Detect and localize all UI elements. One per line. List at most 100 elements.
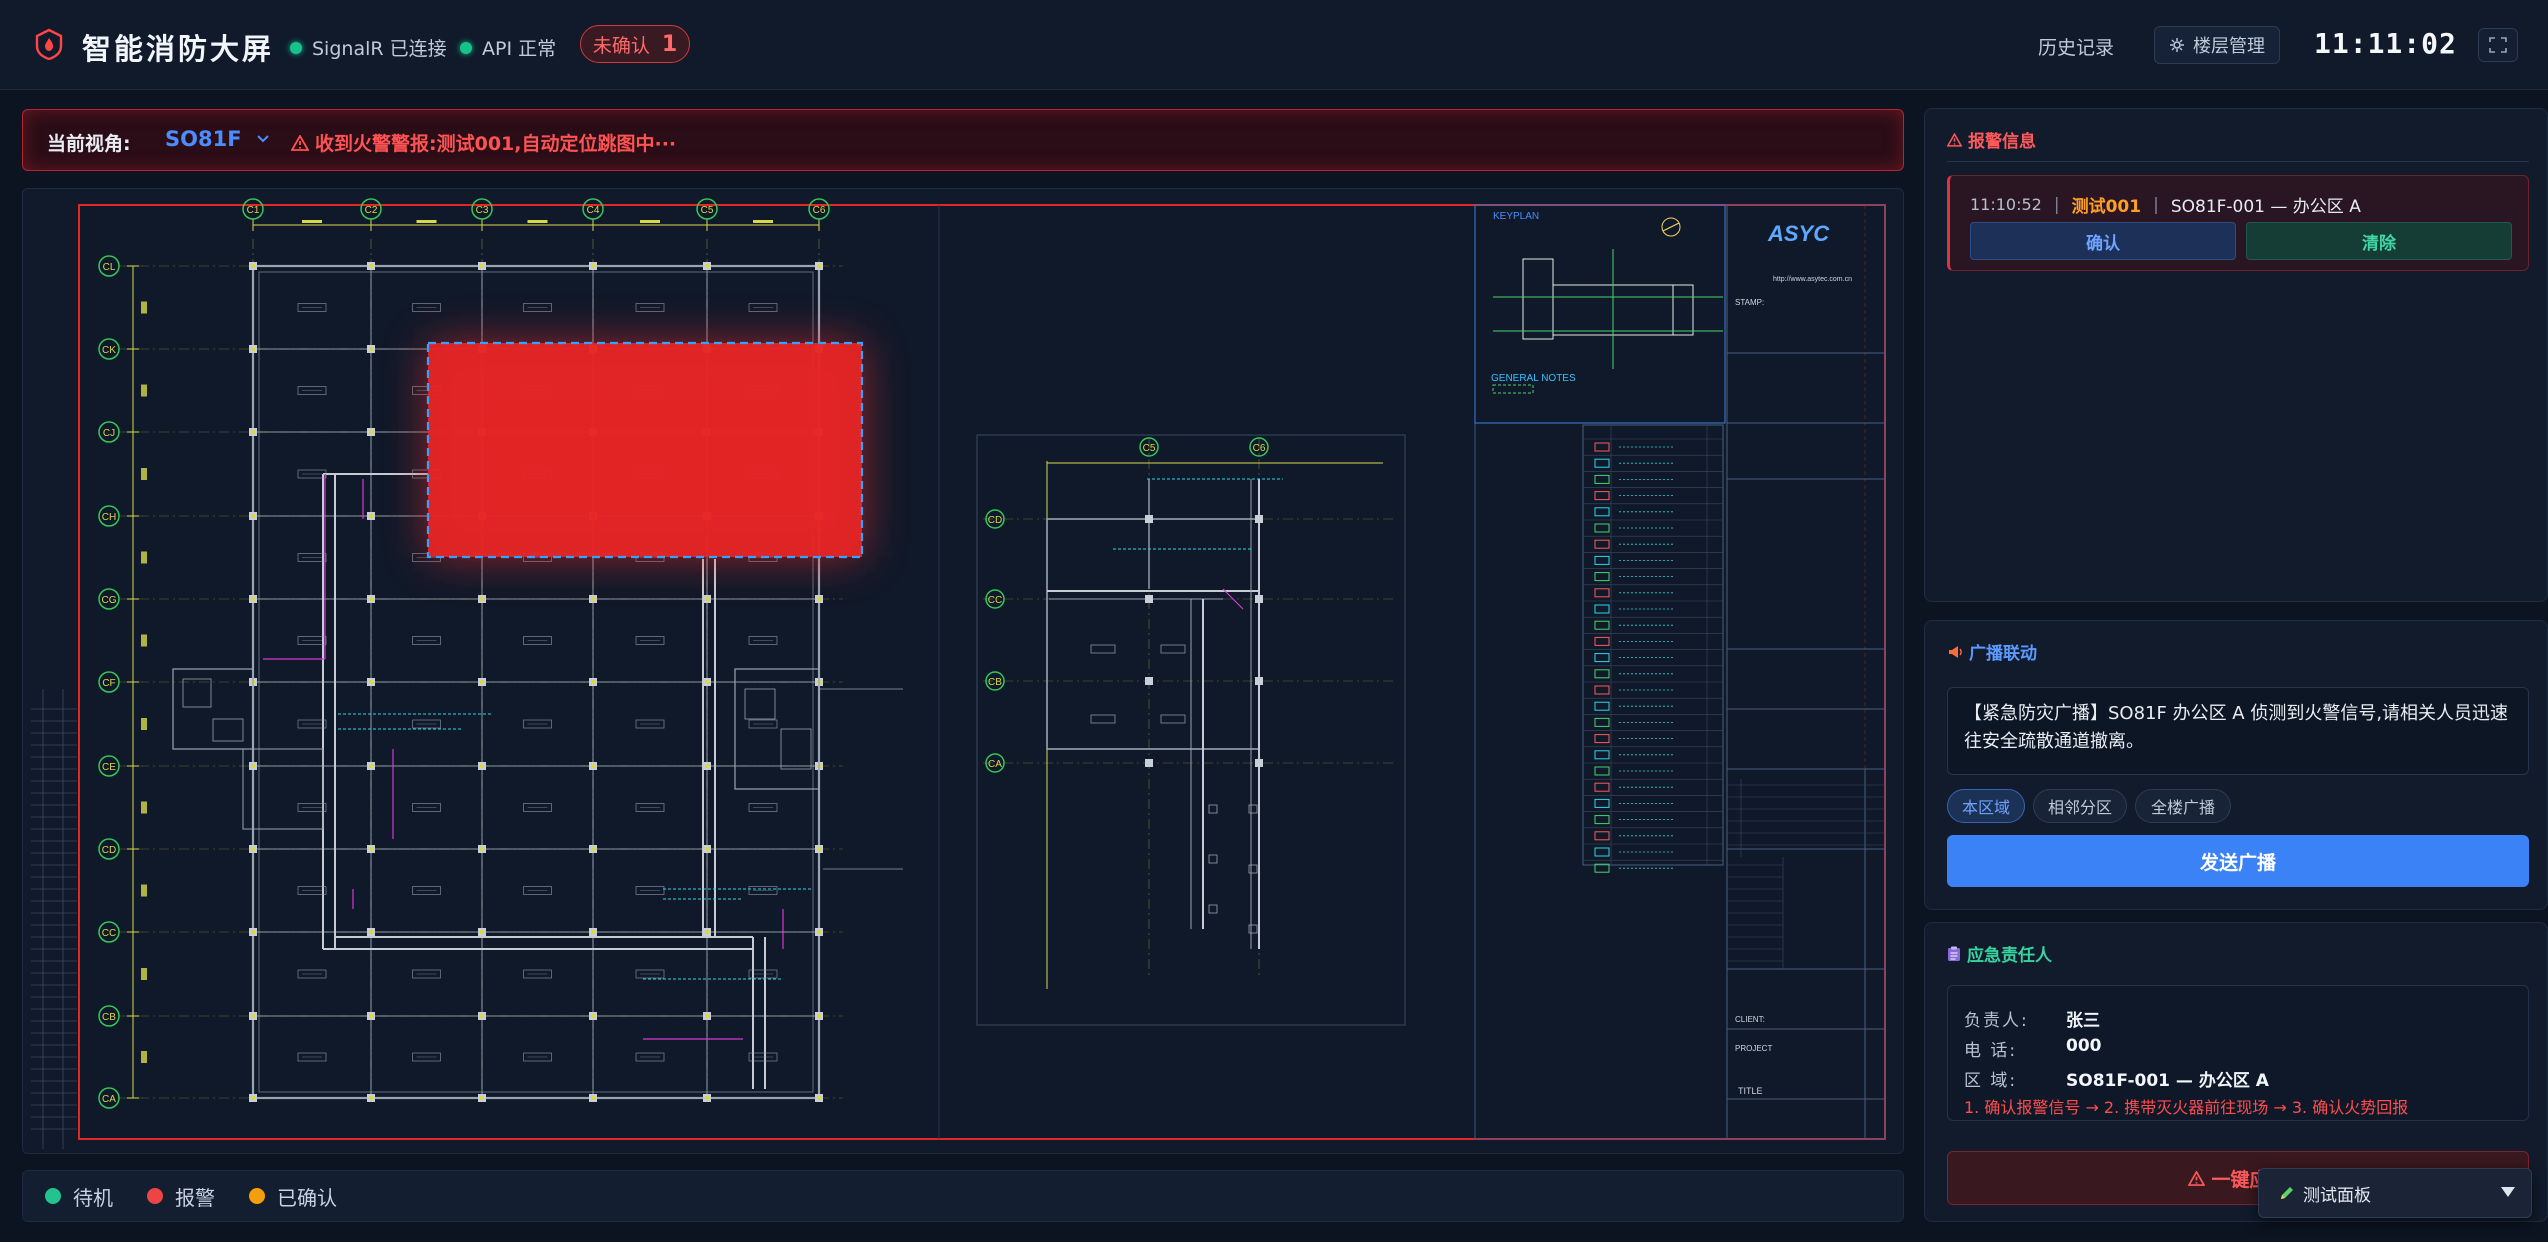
pencil-icon bbox=[2281, 1187, 2293, 1199]
svg-text:CC: CC bbox=[988, 595, 1002, 606]
separator: | bbox=[2053, 194, 2060, 215]
keyplan-label: KEYPLAN bbox=[1493, 211, 1539, 222]
status-legend: 待机 报警 已确认 bbox=[22, 1170, 1904, 1222]
svg-text:C5: C5 bbox=[701, 205, 714, 216]
svg-text:C5: C5 bbox=[1143, 443, 1156, 454]
stamp-label: STAMP: bbox=[1735, 298, 1764, 307]
standby-dot-icon bbox=[45, 1188, 61, 1204]
alarm-time: 11:10:52 bbox=[1970, 195, 2042, 214]
separator: | bbox=[2153, 194, 2159, 215]
floor-selector-value: SO81F bbox=[165, 127, 242, 151]
title-label: TITLE bbox=[1738, 1086, 1763, 1096]
zone-row: 区 域: SO81F-001 — 办公区 A bbox=[1964, 1066, 2269, 1091]
alarm-zone-office-a[interactable] bbox=[426, 341, 864, 559]
fire-alert-text: 收到火警警报:测试001,自动定位跳图中··· bbox=[315, 133, 677, 155]
confirm-alarm-button[interactable]: 确认 bbox=[1970, 222, 2236, 260]
unack-count: 1 bbox=[661, 31, 678, 57]
fire-shield-icon bbox=[35, 28, 63, 60]
svg-text:CA: CA bbox=[988, 759, 1002, 770]
warning-icon bbox=[2188, 1170, 2206, 1186]
svg-text:CD: CD bbox=[102, 845, 116, 856]
clear-alarm-button[interactable]: 清除 bbox=[2246, 222, 2512, 260]
emergency-panel-title: 应急责任人 bbox=[1947, 941, 2052, 966]
floor-plan-map[interactable]: C1 C2 C3 C4 C5 C6 CL CK CJ CH CG CF CE CD CC CB CA C5 C6 CD… bbox=[22, 188, 1904, 1154]
broadcast-message[interactable]: 【紧急防灾广播】SO81F 办公区 A 侦测到火警信号,请相关人员迅速往安全疏散… bbox=[1947, 687, 2529, 775]
history-button[interactable]: 历史记录 bbox=[2038, 33, 2114, 60]
scope-this-zone-button[interactable]: 本区域 bbox=[1947, 789, 2025, 823]
alarm-summary: 11:10:52 | 测试001 | SO81F-001 — 办公区 A bbox=[1970, 192, 2361, 218]
legend-item-confirmed: 已确认 bbox=[249, 1182, 337, 1211]
clipboard-icon bbox=[1948, 946, 1960, 961]
svg-text:CG: CG bbox=[102, 595, 117, 606]
phone-row: 电 话: 000 bbox=[1964, 1036, 2102, 1061]
company-url: http://www.asytec.com.cn bbox=[1773, 276, 1852, 283]
alarm-dot-icon bbox=[147, 1188, 163, 1204]
svg-text:CH: CH bbox=[102, 512, 116, 523]
fullscreen-icon bbox=[2489, 37, 2507, 53]
responsible-person-row: 负责人: 张三 bbox=[1964, 1006, 2100, 1031]
field-label: 电 话: bbox=[1964, 1041, 2018, 1061]
clock: 11:11:02 bbox=[2314, 27, 2457, 60]
responsible-person-card: 负责人: 张三 电 话: 000 区 域: SO81F-001 — 办公区 A … bbox=[1947, 985, 2529, 1121]
project-label: PROJECT bbox=[1735, 1044, 1772, 1053]
scope-adjacent-zone-button[interactable]: 相邻分区 bbox=[2033, 789, 2127, 823]
left-edge-marks bbox=[31, 689, 77, 1149]
floor-management-button[interactable]: 楼层管理 bbox=[2154, 26, 2280, 64]
legend-label: 待机 bbox=[73, 1185, 113, 1210]
unack-label: 未确认 bbox=[592, 34, 650, 57]
test-panel-toggle[interactable]: 测试面板 bbox=[2258, 1168, 2532, 1218]
svg-text:C1: C1 bbox=[247, 205, 260, 216]
cad-drawing[interactable]: C1 C2 C3 C4 C5 C6 CL CK CJ CH CG CF CE CD CC CB CA C5 C6 CD… bbox=[23, 189, 1904, 1154]
svg-text:C6: C6 bbox=[1253, 443, 1266, 454]
fullscreen-button[interactable] bbox=[2478, 28, 2518, 62]
gear-icon bbox=[2170, 38, 2184, 52]
current-view-bar: 当前视角: SO81F 收到火警警报:测试001,自动定位跳图中··· bbox=[22, 109, 1904, 171]
field-value: 000 bbox=[2066, 1036, 2102, 1056]
svg-text:CC: CC bbox=[102, 928, 116, 939]
legend-label: 已确认 bbox=[277, 1185, 337, 1210]
scope-whole-building-button[interactable]: 全楼广播 bbox=[2135, 789, 2231, 823]
alarm-panel-title: 报警信息 bbox=[1947, 127, 2036, 152]
svg-text:CF: CF bbox=[102, 678, 115, 689]
status-dot-icon bbox=[460, 41, 472, 54]
legend-item-standby: 待机 bbox=[45, 1182, 113, 1211]
response-steps: 1. 确认报警信号 → 2. 携带灭火器前往现场 → 3. 确认火势回报 bbox=[1964, 1098, 2409, 1117]
broadcast-panel-title-text: 广播联动 bbox=[1969, 644, 2037, 664]
broadcast-panel-title: 广播联动 bbox=[1947, 639, 2037, 664]
alarm-card[interactable]: 11:10:52 | 测试001 | SO81F-001 — 办公区 A 确认 … bbox=[1947, 175, 2529, 271]
svg-text:CD: CD bbox=[988, 515, 1002, 526]
divider bbox=[1947, 161, 2529, 162]
send-broadcast-button[interactable]: 发送广播 bbox=[1947, 835, 2529, 887]
floor-selector[interactable]: SO81F bbox=[165, 127, 270, 151]
drawing-frame bbox=[78, 204, 1886, 1140]
svg-text:CL: CL bbox=[103, 262, 116, 273]
svg-text:C3: C3 bbox=[476, 205, 489, 216]
alarm-info-panel: 报警信息 11:10:52 | 测试001 | SO81F-001 — 办公区 … bbox=[1924, 108, 2548, 602]
unacknowledged-badge[interactable]: 未确认 1 bbox=[580, 25, 690, 63]
svg-text:CB: CB bbox=[102, 1012, 116, 1023]
top-header: 智能消防大屏 SignalR 已连接 API 正常 未确认 1 历史记录 楼层管… bbox=[0, 0, 2548, 90]
current-view-label: 当前视角: bbox=[47, 133, 131, 155]
svg-text:CJ: CJ bbox=[103, 428, 115, 439]
field-label: 区 域: bbox=[1964, 1071, 2018, 1091]
megaphone-icon bbox=[1949, 645, 1962, 658]
test-panel-label: 测试面板 bbox=[2303, 1185, 2371, 1206]
svg-text:CE: CE bbox=[102, 762, 116, 773]
svg-text:C4: C4 bbox=[587, 205, 600, 216]
alarm-panel-title-text: 报警信息 bbox=[1968, 132, 2036, 152]
field-value: SO81F-001 — 办公区 A bbox=[2066, 1071, 2269, 1091]
fire-alert-message: 收到火警警报:测试001,自动定位跳图中··· bbox=[291, 129, 676, 156]
warning-icon bbox=[291, 134, 309, 151]
general-notes-label: GENERAL NOTES bbox=[1491, 373, 1576, 384]
broadcast-panel: 广播联动 【紧急防灾广播】SO81F 办公区 A 侦测到火警信号,请相关人员迅速… bbox=[1924, 620, 2548, 910]
svg-text:CA: CA bbox=[102, 1094, 116, 1105]
field-value: 张三 bbox=[2066, 1011, 2100, 1031]
field-label: 负责人: bbox=[1964, 1011, 2029, 1031]
alarm-device-name: 测试001 bbox=[2071, 197, 2142, 217]
api-status-text: API 正常 bbox=[482, 38, 557, 60]
status-dot-icon bbox=[290, 41, 302, 54]
svg-text:CK: CK bbox=[102, 345, 116, 356]
alarm-location: SO81F-001 — 办公区 A bbox=[2170, 197, 2361, 217]
company-logo: ASYC bbox=[1767, 221, 1830, 246]
signalr-status: SignalR 已连接 bbox=[290, 34, 447, 61]
